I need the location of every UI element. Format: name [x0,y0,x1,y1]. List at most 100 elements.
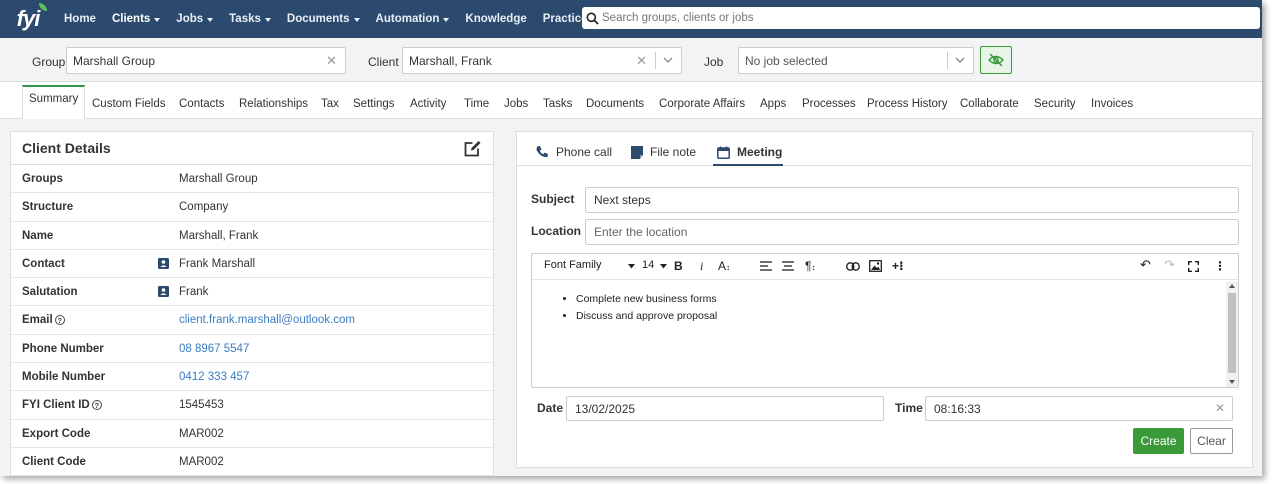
insert-more-icon[interactable]: +⁝ [892,259,904,273]
align-left-icon[interactable] [760,261,772,272]
nav-clients[interactable]: Clients [104,0,168,38]
paragraph-icon[interactable]: ¶↕ [805,259,815,273]
detail-row-mobile: Mobile Number 0412 333 457 [11,363,493,392]
tab-collaborate[interactable]: Collaborate [960,98,1019,110]
phone-icon [536,146,548,158]
detail-row-contact: Contact Frank Marshall [11,250,493,279]
more-options-icon[interactable]: ⋮ [1214,259,1226,273]
tab-processes[interactable]: Processes [802,98,856,110]
tab-tax[interactable]: Tax [321,98,339,110]
clear-time-icon[interactable]: ✕ [1215,401,1225,415]
tab-security[interactable]: Security [1034,98,1076,110]
bold-button[interactable]: B [674,259,683,273]
tab-settings[interactable]: Settings [353,98,395,110]
chevron-down-icon [660,264,667,269]
tab-file-note[interactable]: File note [631,145,696,159]
tab-contacts[interactable]: Contacts [179,98,224,110]
tab-activity[interactable]: Activity [410,98,446,110]
nav-documents[interactable]: Documents [279,0,368,38]
detail-row-groups: Groups Marshall Group [11,165,493,194]
detail-row-salutation: Salutation Frank [11,278,493,307]
tab-process-history[interactable]: Process History [867,98,948,110]
image-icon[interactable] [869,260,882,272]
group-select[interactable]: Marshall Group ✕ [66,47,346,74]
date-label: Date [537,401,564,415]
nav-knowledge[interactable]: Knowledge [457,0,534,38]
editor-body[interactable]: Complete new business forms Discuss and … [532,281,1226,387]
edit-icon[interactable] [463,139,482,158]
tab-tasks[interactable]: Tasks [543,98,572,110]
detail-row-phone: Phone Number 08 8967 5547 [11,335,493,364]
location-input[interactable] [585,219,1239,245]
tab-jobs[interactable]: Jobs [504,98,528,110]
nav-home[interactable]: Home [56,0,104,38]
detail-row-client-id: FYI Client ID? 1545453 [11,391,493,420]
job-select[interactable]: No job selected [738,47,974,74]
tab-invoices[interactable]: Invoices [1091,98,1133,110]
mobile-link[interactable]: 0412 333 457 [179,371,249,383]
search-input[interactable] [602,12,1260,24]
tab-documents[interactable]: Documents [586,98,644,110]
font-family-select[interactable]: Font Family [544,259,601,271]
subject-label: Subject [531,192,575,206]
eye-off-icon [988,53,1004,67]
tab-time[interactable]: Time [464,98,489,110]
bullet-item: Discuss and approve proposal [576,310,1226,322]
help-icon[interactable]: ? [54,315,65,326]
search-icon [586,12,599,25]
contact-card-icon[interactable] [158,257,169,269]
tab-phone-call[interactable]: Phone call [535,145,612,159]
help-icon[interactable]: ? [91,400,102,411]
text-style-button[interactable]: A↕ [718,259,730,273]
detail-row-client-code: Client Code MAR002 [11,448,493,476]
time-input[interactable] [925,396,1233,421]
activity-panel: Phone call File note Meeting Subject Loc… [516,131,1253,468]
filter-bar: Group Marshall Group ✕ Client Marshall, … [0,38,1262,82]
nav-tasks[interactable]: Tasks [221,0,279,38]
editor-scrollbar[interactable] [1226,281,1238,387]
redo-icon[interactable]: ↷ [1164,257,1175,273]
chevron-down-icon[interactable] [662,54,674,66]
client-details-title: Client Details [22,140,111,156]
date-input[interactable] [566,396,884,421]
global-search [582,7,1260,29]
tab-summary[interactable]: Summary [22,85,86,119]
clear-icon[interactable]: ✕ [326,53,337,69]
client-details-panel: Client Details Groups Marshall Group Str… [10,131,494,476]
detail-row-name: Name Marshall, Frank [11,222,493,250]
client-label: Client [368,55,399,69]
bullet-item: Complete new business forms [576,293,1226,305]
email-link[interactable]: client.frank.marshall@outlook.com [179,314,355,326]
detail-row-email: Email? client.frank.marshall@outlook.com [11,306,493,335]
chevron-down-icon [154,18,161,22]
clear-button[interactable]: Clear [1190,428,1233,454]
tab-custom-fields[interactable]: Custom Fields [92,98,166,110]
create-button[interactable]: Create [1133,428,1184,454]
calendar-icon [717,146,730,159]
chevron-down-icon [207,18,214,22]
tab-relationships[interactable]: Relationships [239,98,308,110]
font-size-select[interactable]: 14 [642,259,654,271]
client-details-header: Client Details [11,132,493,165]
italic-button[interactable]: i [700,259,703,274]
tab-meeting[interactable]: Meeting [717,145,782,159]
fyi-logo[interactable]: fyi [0,0,56,38]
chevron-down-icon[interactable] [954,54,966,66]
detail-row-structure: Structure Company [11,193,493,222]
subject-input[interactable] [585,187,1239,213]
app-window: fyi Home Clients Jobs Tasks Documents Au… [0,0,1262,476]
align-center-icon[interactable] [782,261,794,272]
clear-icon[interactable]: ✕ [636,53,647,69]
tab-corporate-affairs[interactable]: Corporate Affairs [659,98,745,110]
fullscreen-icon[interactable] [1188,261,1199,272]
top-navigation: fyi Home Clients Jobs Tasks Documents Au… [0,0,1262,38]
nav-automation[interactable]: Automation [368,0,458,38]
tab-apps[interactable]: Apps [760,98,786,110]
contact-card-icon[interactable] [158,286,169,298]
phone-link[interactable]: 08 8967 5547 [179,343,249,355]
client-select[interactable]: Marshall, Frank ✕ [402,47,682,74]
undo-icon[interactable]: ↶ [1140,257,1151,273]
nav-jobs[interactable]: Jobs [168,0,221,38]
toggle-visibility-button[interactable] [980,46,1012,74]
link-icon[interactable] [846,262,860,271]
